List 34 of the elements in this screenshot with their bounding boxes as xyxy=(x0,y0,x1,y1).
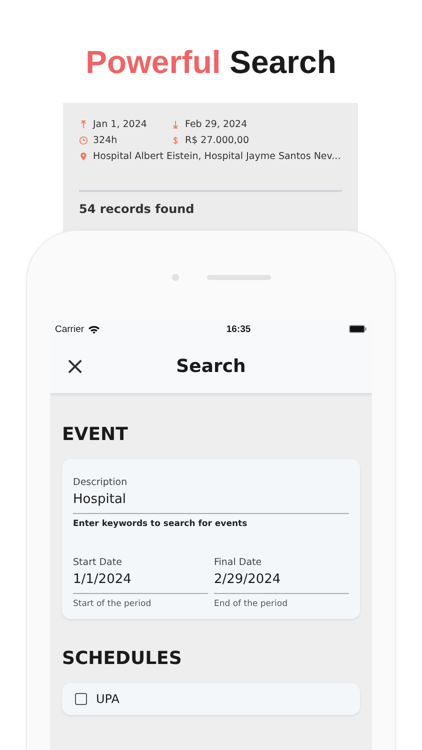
carrier: Carrier xyxy=(55,324,84,334)
date-field[interactable]: Start Date 1/1/2024 xyxy=(73,557,208,594)
helper-text: Start of the period xyxy=(73,599,152,609)
amount: R$ 27.000,00 xyxy=(185,135,250,146)
start-date: Jan 1, 2024 xyxy=(93,119,147,130)
close-button[interactable]: × xyxy=(65,354,86,378)
helper-text: Enter keywords to search for events xyxy=(73,519,248,529)
arrow-down-icon xyxy=(171,120,180,129)
location-pin-icon xyxy=(79,152,88,161)
field-label: Start Date xyxy=(73,557,123,568)
date-field[interactable]: Final Date 2/29/2024 xyxy=(214,557,349,594)
section-heading: SCHEDULES xyxy=(62,647,183,671)
field-value: 1/1/2024 xyxy=(73,572,132,587)
dollar-icon xyxy=(171,136,180,145)
description-field[interactable]: Description Hospital xyxy=(73,477,349,514)
hours: 324h xyxy=(93,135,118,146)
locations: Hospital Albert Eistein, Hospital Jayme Santos Nev... xyxy=(93,151,341,162)
clock-icon xyxy=(79,136,88,145)
records-count: 54 records found xyxy=(79,202,196,216)
field-value: 2/29/2024 xyxy=(214,572,282,587)
end-date: Feb 29, 2024 xyxy=(185,119,248,130)
section-heading: EVENT xyxy=(62,423,129,447)
headline: Powerful Search xyxy=(86,43,336,82)
battery-icon xyxy=(349,325,367,333)
field-label: Description xyxy=(73,477,128,488)
wifi-icon xyxy=(88,324,100,334)
arrow-up-icon xyxy=(79,120,88,129)
field-label: Final Date xyxy=(214,557,263,568)
helper-text: End of the period xyxy=(214,599,288,609)
clock-time: 16:35 xyxy=(226,324,251,334)
checkbox-label: UPA xyxy=(96,692,120,706)
screen-title: Search xyxy=(176,356,246,376)
checkbox[interactable] xyxy=(75,693,87,705)
field-value: Hospital xyxy=(73,492,128,507)
